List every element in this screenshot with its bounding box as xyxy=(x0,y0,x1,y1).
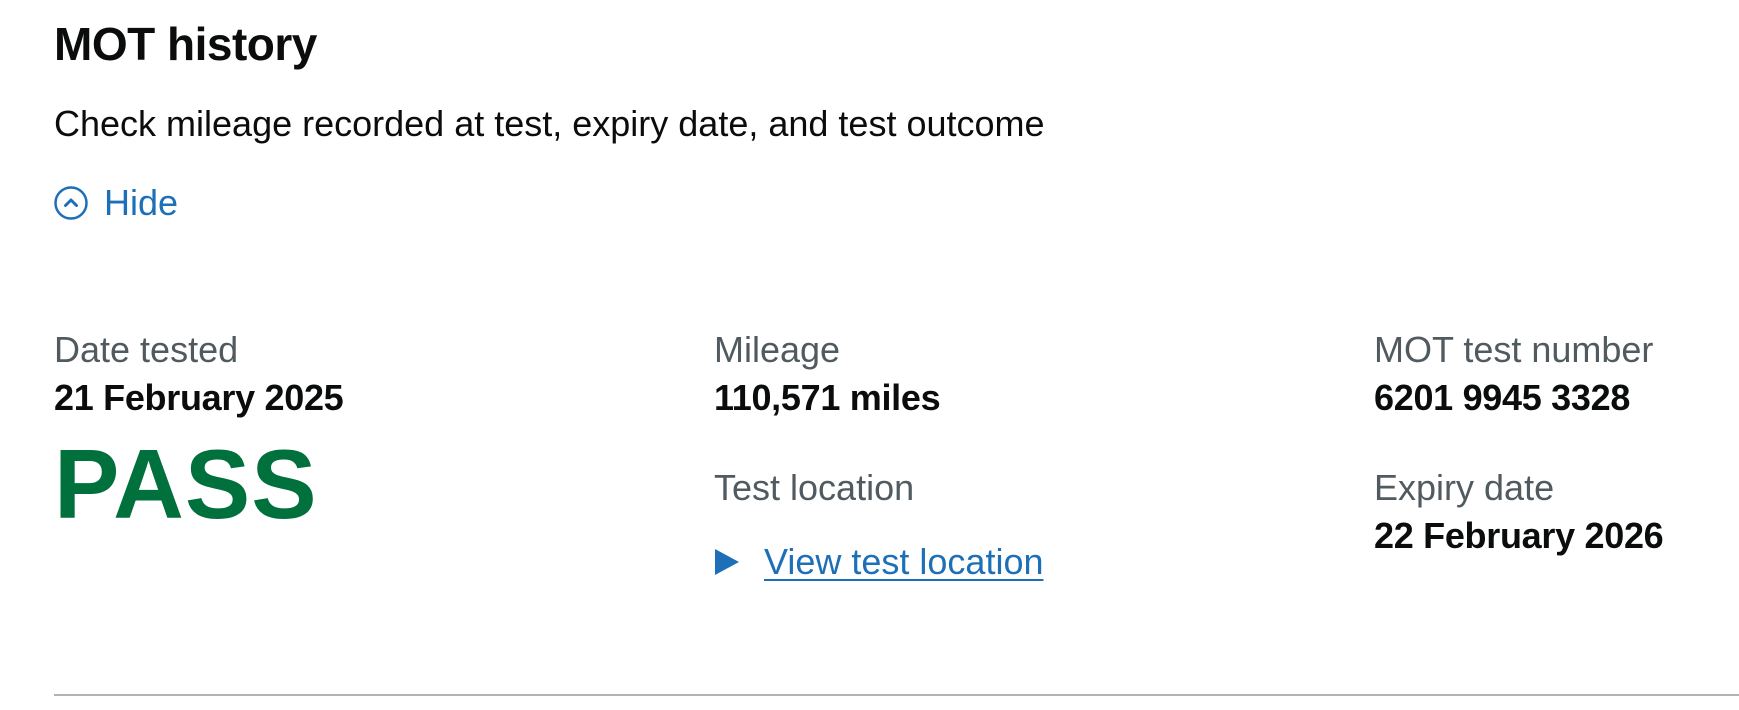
view-test-location-link[interactable]: View test location xyxy=(764,538,1044,586)
mileage-label: Mileage xyxy=(714,329,841,370)
mot-history-section: MOT history Check mileage recorded at te… xyxy=(0,0,1739,710)
hide-toggle-label: Hide xyxy=(104,182,179,223)
test-result-pass: PASS xyxy=(54,429,318,539)
test-date-column: Date tested 21 February 2025 PASS xyxy=(54,326,344,539)
expiry-date-label: Expiry date xyxy=(1374,467,1555,508)
expiry-date-value: 22 February 2026 xyxy=(1374,515,1664,556)
chevron-up-circle-icon xyxy=(54,186,88,220)
view-test-location-toggle[interactable]: View test location xyxy=(714,538,1044,586)
section-divider xyxy=(54,694,1739,696)
mileage-column: Mileage 110,571 miles Test location View… xyxy=(714,326,1044,586)
hide-toggle-button[interactable]: Hide xyxy=(54,181,178,225)
date-tested-label: Date tested xyxy=(54,329,239,370)
mileage-value: 110,571 miles xyxy=(714,377,941,418)
section-description: Check mileage recorded at test, expiry d… xyxy=(54,103,1045,144)
date-tested-value: 21 February 2025 xyxy=(54,377,344,418)
test-location-label: Test location xyxy=(714,467,915,508)
section-title: MOT history xyxy=(54,18,317,70)
mot-test-number-value: 6201 9945 3328 xyxy=(1374,377,1631,418)
mot-test-number-label: MOT test number xyxy=(1374,329,1654,370)
test-number-column: MOT test number 6201 9945 3328 Expiry da… xyxy=(1374,326,1664,560)
triangle-right-icon xyxy=(714,548,740,576)
